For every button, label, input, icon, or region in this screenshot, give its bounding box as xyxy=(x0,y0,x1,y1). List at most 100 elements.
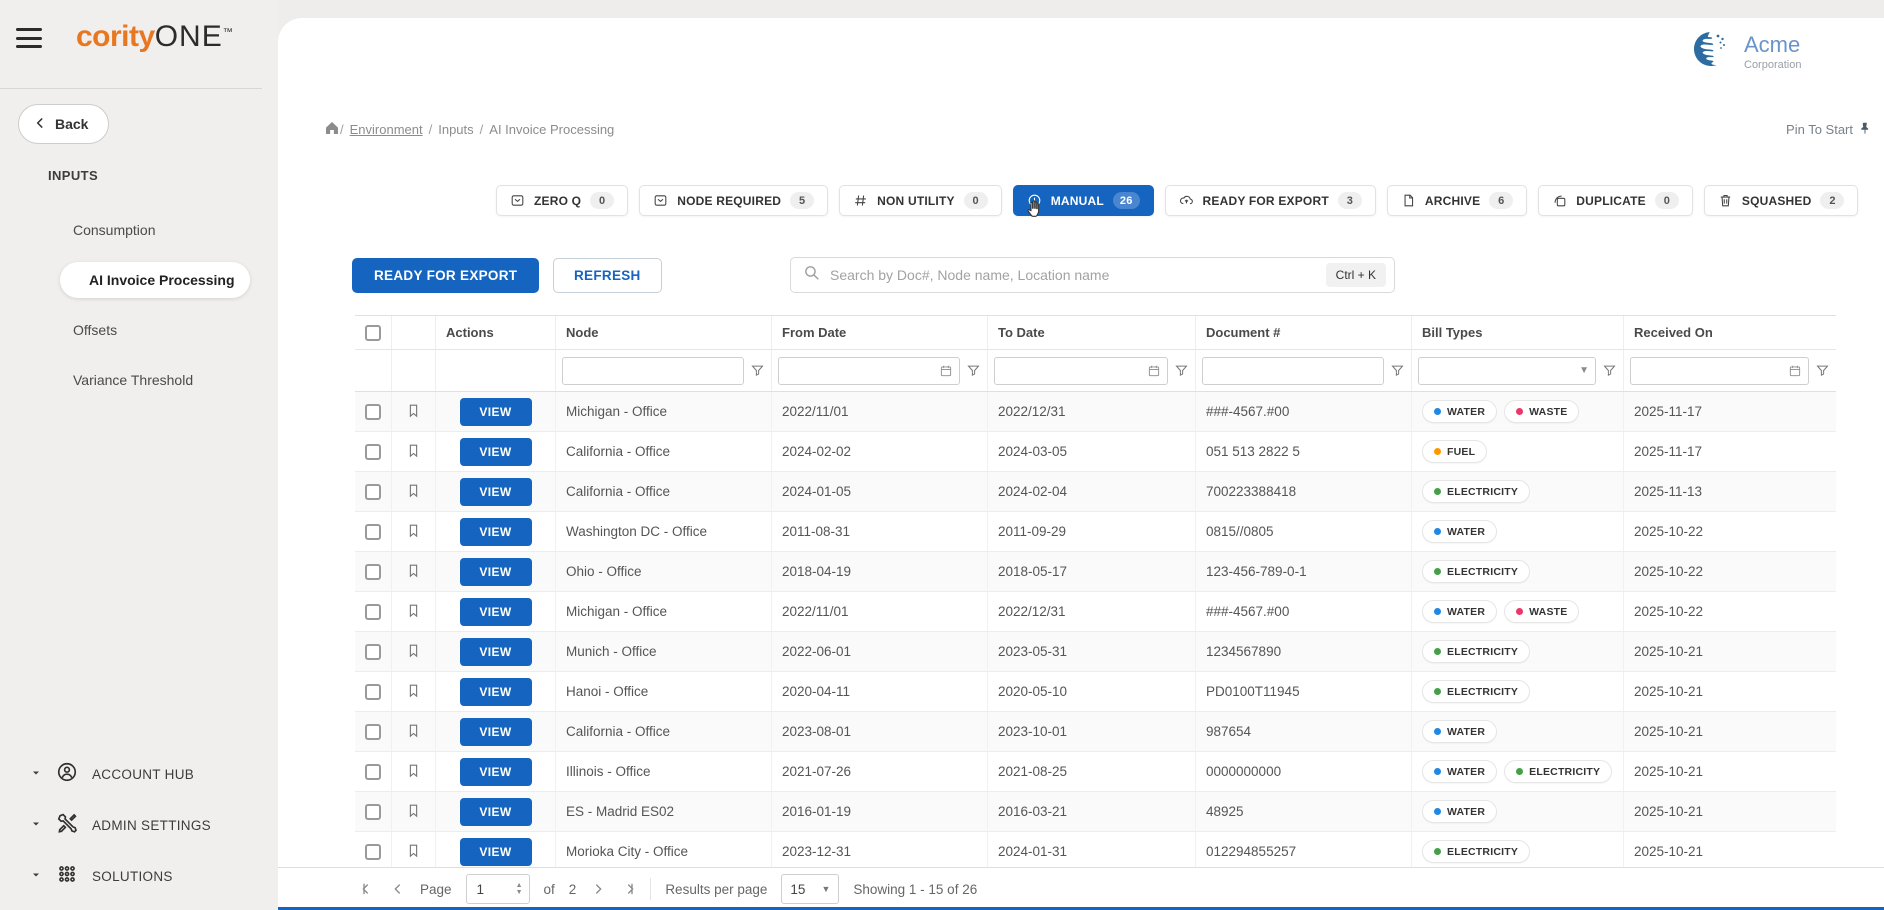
view-button[interactable]: VIEW xyxy=(460,558,532,586)
bill-types-cell: ELECTRICITY xyxy=(1412,552,1624,591)
view-button[interactable]: VIEW xyxy=(460,678,532,706)
back-button[interactable]: Back xyxy=(18,104,109,144)
bookmark-icon[interactable] xyxy=(406,441,421,463)
row-checkbox[interactable] xyxy=(365,564,381,580)
bookmark-icon[interactable] xyxy=(406,561,421,583)
to-date-filter-input[interactable] xyxy=(994,357,1168,385)
col-header-node[interactable]: Node xyxy=(556,316,772,349)
bookmark-icon[interactable] xyxy=(406,761,421,783)
filter-funnel-icon[interactable] xyxy=(1390,363,1405,378)
view-button[interactable]: VIEW xyxy=(460,598,532,626)
view-button[interactable]: VIEW xyxy=(460,398,532,426)
view-button[interactable]: VIEW xyxy=(460,518,532,546)
filter-funnel-icon[interactable] xyxy=(1815,363,1830,378)
tab-archive[interactable]: ARCHIVE6 xyxy=(1387,185,1527,216)
results-per-page-select[interactable]: 15▼ xyxy=(781,874,839,904)
col-header-actions: Actions xyxy=(436,316,556,349)
sidebar-item-solutions[interactable]: SOLUTIONS xyxy=(0,851,278,902)
row-checkbox[interactable] xyxy=(365,724,381,740)
breadcrumb: / Environment / Inputs / AI Invoice Proc… xyxy=(324,120,1872,139)
row-checkbox[interactable] xyxy=(365,444,381,460)
col-header-bill-types[interactable]: Bill Types xyxy=(1412,316,1624,349)
col-header-to-date[interactable]: To Date xyxy=(988,316,1196,349)
bookmark-icon[interactable] xyxy=(406,641,421,663)
document-filter-input[interactable] xyxy=(1202,357,1384,385)
bookmark-icon[interactable] xyxy=(406,401,421,423)
filter-funnel-icon[interactable] xyxy=(1602,363,1617,378)
row-checkbox[interactable] xyxy=(365,604,381,620)
tab-ready-for-export[interactable]: READY FOR EXPORT3 xyxy=(1165,185,1376,216)
view-button[interactable]: VIEW xyxy=(460,758,532,786)
col-header-document[interactable]: Document # xyxy=(1196,316,1412,349)
next-page-button[interactable] xyxy=(590,881,606,897)
breadcrumb-inputs[interactable]: Inputs xyxy=(438,122,473,137)
from-date-cell: 2022/11/01 xyxy=(772,592,988,631)
tab-non-utility[interactable]: NON UTILITY0 xyxy=(839,185,1002,216)
bookmark-icon[interactable] xyxy=(406,481,421,503)
menu-icon[interactable] xyxy=(16,28,42,48)
sidebar-item-offsets[interactable]: Offsets xyxy=(0,305,278,355)
previous-page-button[interactable] xyxy=(390,881,406,897)
refresh-button[interactable]: REFRESH xyxy=(553,258,662,293)
bill-type-pill: ELECTRICITY xyxy=(1422,480,1530,503)
view-button[interactable]: VIEW xyxy=(460,438,532,466)
select-all-checkbox[interactable] xyxy=(365,325,381,341)
status-filter-tabs: ZERO Q0 NODE REQUIRED5 NON UTILITY0 MANU… xyxy=(496,185,1858,216)
sidebar-item-variance-threshold[interactable]: Variance Threshold xyxy=(0,355,278,405)
sidebar-item-ai-invoice-processing[interactable]: AI Invoice Processing xyxy=(0,255,278,305)
ready-for-export-button[interactable]: READY FOR EXPORT xyxy=(352,258,539,293)
col-header-from-date[interactable]: From Date xyxy=(772,316,988,349)
view-button[interactable]: VIEW xyxy=(460,838,532,866)
bill-types-cell: ELECTRICITY xyxy=(1412,632,1624,671)
from-date-cell: 2024-01-05 xyxy=(772,472,988,511)
bookmark-icon[interactable] xyxy=(406,521,421,543)
page-number-input[interactable] xyxy=(467,882,507,897)
tab-node-required[interactable]: NODE REQUIRED5 xyxy=(639,185,828,216)
tab-squashed[interactable]: SQUASHED2 xyxy=(1704,185,1859,216)
home-icon[interactable] xyxy=(324,120,340,139)
bill-type-dot xyxy=(1434,528,1441,535)
row-checkbox[interactable] xyxy=(365,524,381,540)
filter-funnel-icon[interactable] xyxy=(966,363,981,378)
view-button[interactable]: VIEW xyxy=(460,638,532,666)
filter-funnel-icon[interactable] xyxy=(750,363,765,378)
sidebar-item-consumption[interactable]: Consumption xyxy=(0,205,278,255)
node-filter-input[interactable] xyxy=(562,357,744,385)
row-checkbox[interactable] xyxy=(365,804,381,820)
row-checkbox[interactable] xyxy=(365,684,381,700)
bookmark-icon[interactable] xyxy=(406,841,421,863)
sidebar-item-admin-settings[interactable]: ADMIN SETTINGS xyxy=(0,800,278,851)
filter-funnel-icon[interactable] xyxy=(1174,363,1189,378)
row-checkbox[interactable] xyxy=(365,644,381,660)
row-checkbox[interactable] xyxy=(365,404,381,420)
bookmark-icon[interactable] xyxy=(406,681,421,703)
col-header-received-on[interactable]: Received On xyxy=(1624,316,1836,349)
received-on-filter-input[interactable] xyxy=(1630,357,1809,385)
page-spinner[interactable]: ▲▼ xyxy=(516,882,529,896)
tab-manual[interactable]: MANUAL26 xyxy=(1013,185,1154,216)
table-row: VIEW California - Office 2024-01-05 2024… xyxy=(355,472,1836,512)
view-button[interactable]: VIEW xyxy=(460,478,532,506)
view-button[interactable]: VIEW xyxy=(460,718,532,746)
document-icon xyxy=(1401,193,1416,208)
bookmark-icon[interactable] xyxy=(406,721,421,743)
last-page-button[interactable] xyxy=(620,881,636,897)
tab-zero-q[interactable]: ZERO Q0 xyxy=(496,185,628,216)
bill-type-dot xyxy=(1516,608,1523,615)
from-date-filter-input[interactable] xyxy=(778,357,960,385)
sidebar-item-account-hub[interactable]: ACCOUNT HUB xyxy=(0,749,278,800)
first-page-button[interactable] xyxy=(360,881,376,897)
bookmark-icon[interactable] xyxy=(406,601,421,623)
table-body: VIEW Michigan - Office 2022/11/01 2022/1… xyxy=(355,392,1836,910)
pin-to-start-button[interactable]: Pin To Start xyxy=(1786,121,1872,138)
breadcrumb-environment[interactable]: Environment xyxy=(350,122,423,137)
row-checkbox[interactable] xyxy=(365,764,381,780)
row-checkbox[interactable] xyxy=(365,844,381,860)
search-input[interactable] xyxy=(830,267,1316,283)
bill-types-filter-select[interactable]: ▼ xyxy=(1418,357,1596,385)
bill-type-dot xyxy=(1434,488,1441,495)
view-button[interactable]: VIEW xyxy=(460,798,532,826)
row-checkbox[interactable] xyxy=(365,484,381,500)
tab-duplicate[interactable]: DUPLICATE0 xyxy=(1538,185,1693,216)
bookmark-icon[interactable] xyxy=(406,801,421,823)
